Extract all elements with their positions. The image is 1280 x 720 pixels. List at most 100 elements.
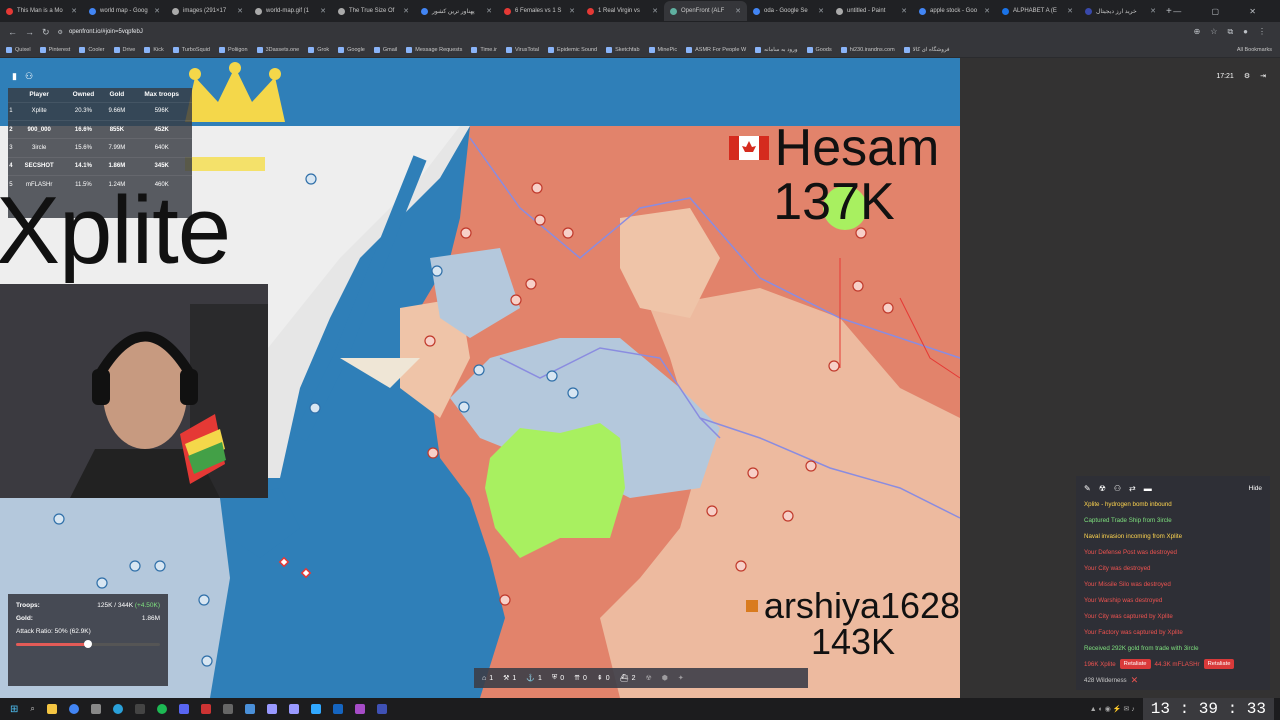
retaliate-button[interactable]: Retaliate: [1203, 659, 1235, 669]
pencil-icon[interactable]: ✎: [1084, 484, 1091, 493]
browser-tab[interactable]: apple stock - Goo ✕: [913, 1, 996, 21]
trade-filter-icon[interactable]: ⇄: [1129, 484, 1136, 493]
bookmark-item[interactable]: Pinterest: [39, 46, 70, 53]
browser-tab[interactable]: world map - Goog ✕: [83, 1, 166, 21]
rider-icon[interactable]: [354, 704, 365, 714]
tab-close-icon[interactable]: ✕: [320, 7, 326, 15]
bookmark-item[interactable]: فروشگاه ای کالا: [903, 46, 950, 53]
bookmark-item[interactable]: Time.ir: [471, 46, 497, 53]
leaderboard-toggle-icon[interactable]: ▮: [12, 71, 17, 82]
blender-icon[interactable]: [332, 704, 343, 714]
profile-icon[interactable]: ●: [1243, 27, 1248, 37]
lb-header-owned[interactable]: Owned: [64, 88, 102, 102]
browser-tab[interactable]: خرید ارز دیجیتال ✕: [1079, 1, 1162, 21]
bookmark-item[interactable]: Drive: [113, 46, 135, 53]
terminal-icon[interactable]: [134, 704, 145, 714]
lb-header-player[interactable]: Player: [14, 88, 65, 102]
browser-tab[interactable]: images (291×17 ✕: [166, 1, 249, 21]
bookmark-item[interactable]: ASMR For People W: [686, 46, 746, 53]
bookmark-item[interactable]: Poliigon: [218, 46, 248, 53]
browser-tab[interactable]: The True Size Of ✕: [332, 1, 415, 21]
mirv-icon[interactable]: ✦: [678, 674, 684, 682]
bookmark-item[interactable]: VirusTotal: [505, 46, 539, 53]
browser-tab[interactable]: 1 Real Virgin vs ✕: [581, 1, 664, 21]
bookmark-item[interactable]: Google: [338, 46, 365, 53]
chrome-icon[interactable]: [68, 704, 79, 714]
attack-ratio-handle[interactable]: [84, 640, 92, 648]
bookmark-item[interactable]: MinePic: [648, 46, 677, 53]
forward-icon[interactable]: →: [25, 27, 34, 38]
app-icon[interactable]: [90, 704, 101, 714]
window-controls[interactable]: — ▢ ✕: [1173, 7, 1280, 16]
nuke-filter-icon[interactable]: ☢: [1099, 484, 1106, 493]
all-bookmarks[interactable]: All Bookmarks: [1237, 47, 1280, 53]
build-factory-button[interactable]: ⚒ 1: [503, 674, 516, 683]
leaderboard-row[interactable]: 4 SECSHOT 14.1% 1.86M 345K: [8, 156, 192, 176]
start-menu-icon[interactable]: ⊞: [10, 704, 18, 715]
tab-close-icon[interactable]: ✕: [71, 7, 77, 15]
exit-icon[interactable]: ⇥: [1260, 72, 1266, 80]
spotify-icon[interactable]: [156, 704, 167, 714]
app-icon[interactable]: [222, 704, 233, 714]
bookmark-item[interactable]: Quixel: [6, 46, 31, 53]
browser-tab[interactable]: untitled - Paint ✕: [830, 1, 913, 21]
build-missile-silo-button[interactable]: ⇈ 0: [574, 674, 587, 683]
attack-ratio-slider[interactable]: [16, 640, 160, 648]
tab-close-icon[interactable]: ✕: [569, 7, 575, 15]
hide-events-button[interactable]: Hide: [1249, 485, 1262, 492]
tray-icons[interactable]: ▲ ◐ ◉ ⚡ ✉ ♪: [1090, 705, 1135, 713]
menu-icon[interactable]: ⋮: [1258, 27, 1266, 37]
team-stats-icon[interactable]: ⚇: [25, 71, 33, 82]
tab-close-icon[interactable]: ✕: [818, 7, 824, 15]
app-icon[interactable]: [376, 704, 387, 714]
build-port-button[interactable]: ⚓ 1: [526, 674, 542, 683]
browser-tab[interactable]: پهناور ترین کشور ✕: [415, 1, 498, 21]
tab-close-icon[interactable]: ✕: [735, 7, 741, 15]
player-label-arshiya[interactable]: arshiya1628 143K: [728, 588, 978, 660]
browser-tab[interactable]: oda - Google Se ✕: [747, 1, 830, 21]
bookmark-item[interactable]: Goods: [806, 46, 832, 53]
build-sam-launcher-button[interactable]: ⇞ 0: [597, 674, 610, 683]
player-label-hesam[interactable]: Hesam 137K: [704, 122, 964, 228]
tab-close-icon[interactable]: ✕: [237, 7, 243, 15]
davinci-icon[interactable]: [200, 704, 211, 714]
premiere-icon[interactable]: [288, 704, 299, 714]
chat-filter-icon[interactable]: ▬: [1144, 484, 1152, 493]
bookmark-item[interactable]: Kick: [144, 46, 164, 53]
extensions-icon[interactable]: ⧉: [1227, 27, 1233, 37]
cancel-attack-icon[interactable]: ✕: [1131, 675, 1139, 686]
tab-close-icon[interactable]: ✕: [154, 7, 160, 15]
leaderboard-row[interactable]: 1 Xplite 20.3% 9.66M 596K: [8, 101, 192, 121]
telegram-icon[interactable]: [112, 704, 123, 714]
lb-header-troops[interactable]: Max troops: [131, 88, 192, 102]
bookmark-item[interactable]: hi230.irandns.com: [840, 46, 895, 53]
file-explorer-icon[interactable]: [46, 704, 57, 714]
bookmark-item[interactable]: Grok: [308, 46, 329, 53]
browser-tab[interactable]: ALPHABET A (E ✕: [996, 1, 1079, 21]
tab-close-icon[interactable]: ✕: [984, 7, 990, 15]
leaderboard-row[interactable]: 2 900_000 16.6% 855K 452K: [8, 119, 192, 139]
hydrogen-bomb-icon[interactable]: ⬢: [662, 674, 668, 682]
retaliate-button[interactable]: Retaliate: [1119, 659, 1151, 669]
browser-tab[interactable]: 6 Females vs 1 S ✕: [498, 1, 581, 21]
bookmark-item[interactable]: Epidemic Sound: [548, 46, 597, 53]
discord-icon[interactable]: [178, 704, 189, 714]
browser-tab[interactable]: This Man is a Mo ✕: [0, 1, 83, 21]
search-icon[interactable]: ⌕: [30, 704, 34, 714]
alliance-filter-icon[interactable]: ⚇: [1114, 484, 1121, 493]
app-icon[interactable]: [244, 704, 255, 714]
tab-close-icon[interactable]: ✕: [901, 7, 907, 15]
tab-close-icon[interactable]: ✕: [1067, 7, 1073, 15]
build-warship-button[interactable]: ⛴ 2: [620, 674, 636, 683]
bookmark-star-icon[interactable]: ☆: [1210, 27, 1217, 37]
browser-tab[interactable]: world-map.gif (1 ✕: [249, 1, 332, 21]
tab-close-icon[interactable]: ✕: [1150, 7, 1156, 15]
bookmark-item[interactable]: Sketchfab: [606, 46, 640, 53]
tab-close-icon[interactable]: ✕: [403, 7, 409, 15]
nuke-icon[interactable]: ☢: [645, 674, 651, 682]
reload-icon[interactable]: ↻: [42, 27, 50, 38]
back-icon[interactable]: ←: [8, 27, 17, 38]
tab-close-icon[interactable]: ✕: [652, 7, 658, 15]
url-text[interactable]: openfront.io/#join=5vqpfebJ: [69, 29, 143, 35]
install-icon[interactable]: ⊕: [1194, 27, 1201, 37]
